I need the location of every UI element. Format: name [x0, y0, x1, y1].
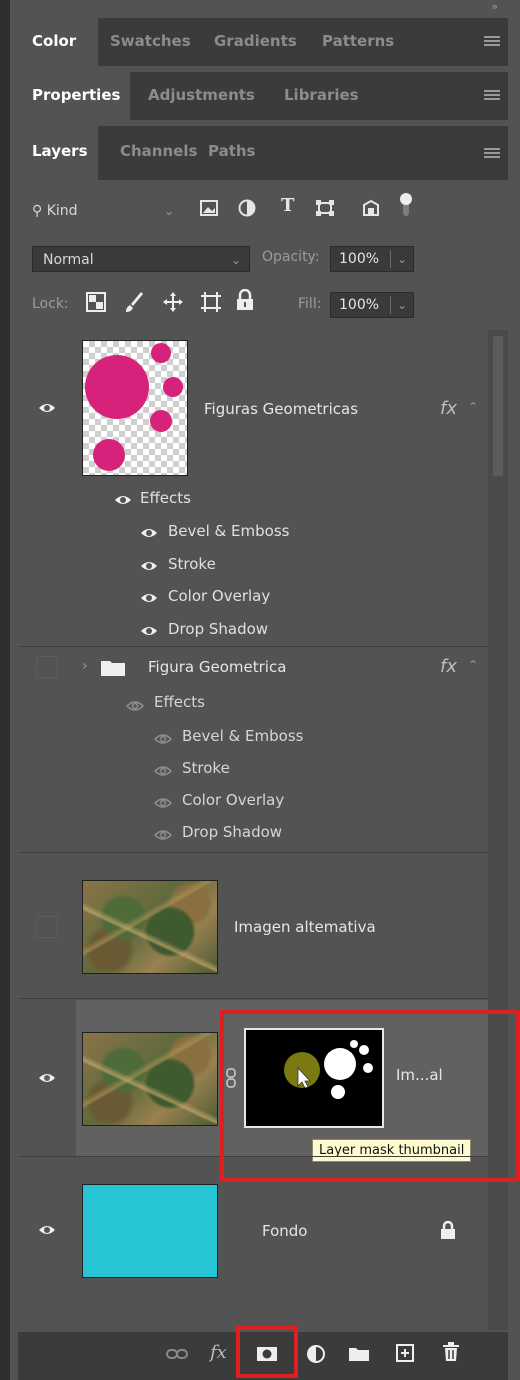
layer-name[interactable]: Figura Geometrica	[148, 658, 286, 676]
highlight-box-add-mask	[236, 1326, 298, 1378]
layer-thumbnail[interactable]	[82, 880, 218, 974]
adjustment-filter-icon[interactable]	[238, 199, 256, 217]
effect-stroke[interactable]: Stroke	[182, 759, 230, 777]
blend-mode-dropdown[interactable]: Normal ⌄	[32, 246, 250, 272]
type-filter-icon[interactable]: T	[281, 195, 294, 216]
tab-libraries[interactable]: Libraries	[284, 86, 359, 104]
pixel-filter-icon[interactable]	[200, 200, 218, 216]
tab-swatches[interactable]: Swatches	[110, 32, 191, 50]
lock-image-pixels-icon[interactable]	[124, 291, 144, 313]
effect-color-overlay[interactable]: Color Overlay	[168, 587, 270, 605]
search-icon: ⚲	[32, 203, 43, 219]
fill-label: Fill:	[298, 296, 322, 312]
tab-properties[interactable]: Properties	[32, 86, 120, 104]
filter-kind-dropdown[interactable]: ⚲ Kind ⌄	[32, 198, 182, 224]
effect-eye-icon[interactable]	[154, 797, 172, 809]
fill-input[interactable]: 100% ⌄	[330, 292, 414, 318]
shape-filter-icon[interactable]	[316, 200, 334, 216]
divider	[18, 998, 488, 999]
layers-tab-bar: Layers Channels Paths	[18, 126, 508, 180]
opacity-input[interactable]: 100% ⌄	[330, 246, 414, 272]
tab-color[interactable]: Color	[32, 32, 76, 50]
adjustment-icon[interactable]	[306, 1344, 326, 1364]
effect-eye-icon[interactable]	[140, 527, 158, 539]
lock-transparent-pixels-icon[interactable]	[86, 292, 106, 312]
effects-label: Effects	[154, 693, 205, 711]
effect-eye-icon[interactable]	[140, 592, 158, 604]
lock-icon	[441, 1220, 455, 1239]
layer-name[interactable]: Figuras Geometricas	[204, 400, 358, 418]
effects-label: Effects	[140, 489, 191, 507]
color-tab-bar: Color Swatches Gradients Patterns	[18, 18, 508, 66]
opacity-value: 100%	[339, 251, 380, 267]
effects-eye-icon[interactable]	[126, 700, 144, 712]
divider	[18, 852, 488, 853]
chevron-down-icon[interactable]: ⌄	[397, 247, 407, 271]
tab-adjustments[interactable]: Adjustments	[148, 86, 255, 104]
tab-patterns[interactable]: Patterns	[322, 32, 394, 50]
chevron-up-icon[interactable]: ⌃	[468, 400, 478, 414]
effect-bevel-emboss[interactable]: Bevel & Emboss	[182, 727, 303, 745]
chevron-down-icon: ⌄	[163, 204, 174, 218]
highlight-box-mask	[220, 1010, 520, 1182]
effect-bevel-emboss[interactable]: Bevel & Emboss	[168, 522, 289, 540]
lock-artboard-icon[interactable]	[200, 291, 222, 313]
tab-gradients[interactable]: Gradients	[214, 32, 297, 50]
panel-menu-icon[interactable]	[484, 88, 500, 102]
left-edge-strip	[0, 0, 10, 1380]
effect-color-overlay[interactable]: Color Overlay	[182, 791, 284, 809]
fx-icon[interactable]: fx	[210, 1342, 227, 1363]
lock-all-icon[interactable]	[236, 289, 254, 311]
effect-eye-icon[interactable]	[154, 829, 172, 841]
effect-drop-shadow[interactable]: Drop Shadow	[182, 823, 282, 841]
smart-object-filter-icon[interactable]	[362, 199, 380, 217]
scrollbar-thumb[interactable]	[493, 336, 503, 476]
opacity-label: Opacity:	[262, 249, 320, 265]
layer-name[interactable]: Fondo	[262, 1222, 307, 1240]
visibility-eye-icon[interactable]	[38, 1072, 56, 1084]
lock-position-icon[interactable]	[162, 291, 184, 313]
layer-name[interactable]: Imagen altemativa	[234, 918, 376, 936]
folder-icon	[101, 661, 125, 676]
tab-channels[interactable]: Channels	[120, 142, 197, 160]
effect-eye-icon[interactable]	[140, 560, 158, 572]
filter-toggle-icon[interactable]	[398, 192, 414, 218]
fx-icon[interactable]: fx	[440, 656, 457, 677]
panel-menu-icon[interactable]	[484, 34, 500, 48]
effect-eye-icon[interactable]	[154, 733, 172, 745]
visibility-eye-icon[interactable]	[38, 1224, 56, 1236]
chevron-up-icon[interactable]: ⌃	[468, 658, 478, 672]
lock-label: Lock:	[32, 296, 69, 312]
new-layer-icon[interactable]	[396, 1344, 414, 1362]
visibility-toggle-off[interactable]	[36, 916, 58, 938]
collapse-arrows-icon[interactable]: »	[491, 0, 498, 13]
tab-layers[interactable]: Layers	[32, 142, 88, 160]
divider	[18, 646, 488, 647]
panel-top-grip[interactable]: »	[10, 0, 520, 18]
visibility-eye-icon[interactable]	[38, 402, 56, 414]
layer-thumbnail[interactable]	[82, 340, 188, 476]
effects-eye-icon[interactable]	[114, 494, 132, 506]
chevron-down-icon: ⌄	[230, 253, 241, 267]
effect-eye-icon[interactable]	[154, 765, 172, 777]
trash-icon[interactable]	[442, 1342, 460, 1362]
properties-tab-bar: Properties Adjustments Libraries	[18, 72, 508, 120]
filter-kind-label: Kind	[46, 203, 78, 219]
layer-thumbnail[interactable]	[82, 1184, 218, 1278]
layer-thumbnail[interactable]	[82, 1032, 218, 1126]
tab-paths[interactable]: Paths	[208, 142, 256, 160]
blend-mode-value: Normal	[43, 252, 94, 268]
effect-drop-shadow[interactable]: Drop Shadow	[168, 620, 268, 638]
panel-menu-icon[interactable]	[484, 146, 500, 160]
chevron-down-icon[interactable]: ⌄	[397, 293, 407, 317]
link-icon[interactable]	[166, 1348, 188, 1360]
folder-icon[interactable]	[348, 1346, 370, 1362]
visibility-toggle-off[interactable]	[36, 656, 58, 678]
expand-arrow-icon[interactable]: ›	[82, 658, 88, 674]
effect-stroke[interactable]: Stroke	[168, 555, 216, 573]
fill-value: 100%	[339, 297, 380, 313]
effect-eye-icon[interactable]	[140, 625, 158, 637]
fx-icon[interactable]: fx	[440, 398, 457, 419]
